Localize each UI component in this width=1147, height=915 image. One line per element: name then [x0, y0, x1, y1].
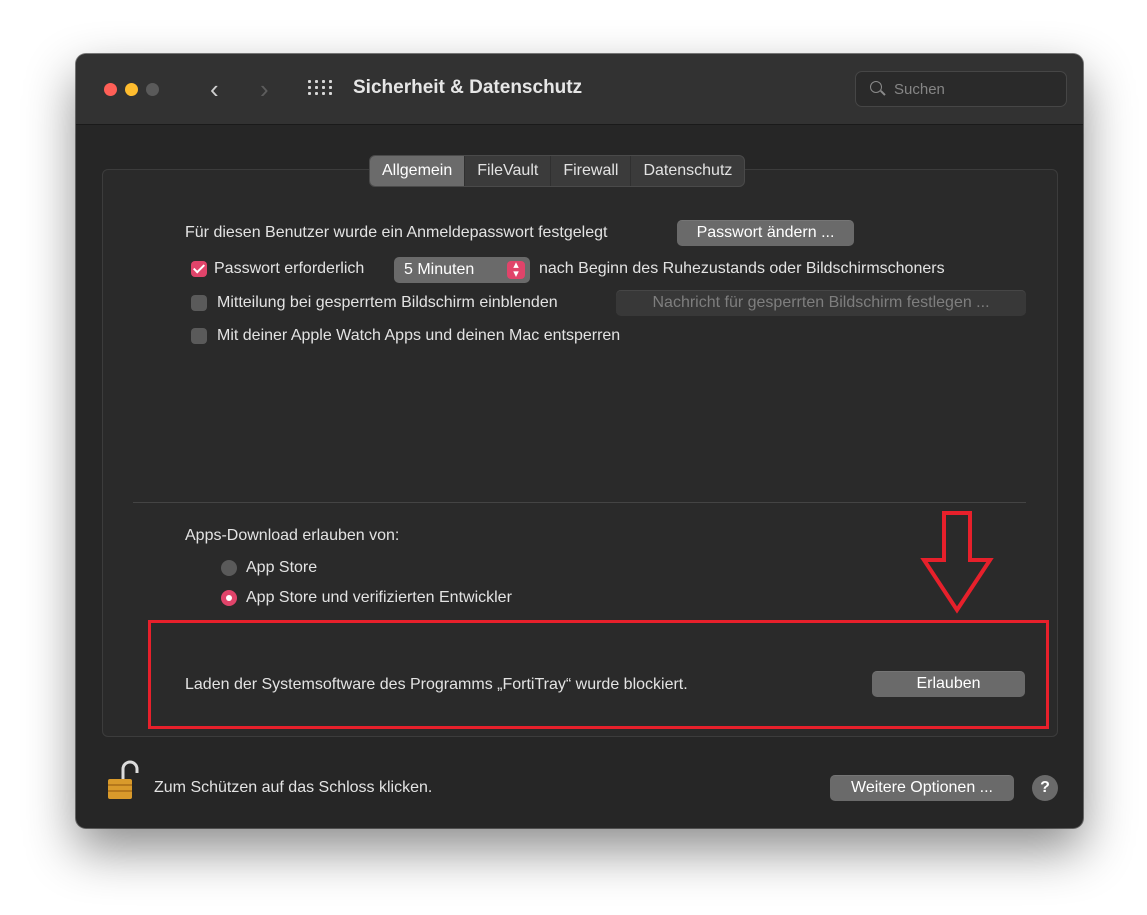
change-password-button[interactable]: Passwort ändern ... — [677, 220, 854, 246]
preferences-window: ‹ › Sicherheit & Datenschutz Allgemein F… — [76, 54, 1083, 828]
require-password-label: Passwort erforderlich — [214, 260, 365, 277]
require-password-checkbox[interactable] — [191, 261, 207, 277]
chevron-updown-icon: ▴ ▾ — [507, 260, 525, 280]
set-lock-message-button[interactable]: Nachricht für gesperrten Bildschirm fest… — [616, 290, 1026, 316]
password-delay-value: 5 Minuten — [404, 261, 475, 278]
downloads-heading: Apps-Download erlauben von: — [185, 527, 400, 544]
arrow-down-icon — [920, 511, 994, 614]
tab-firewall[interactable]: Firewall — [551, 156, 632, 186]
lock-open-icon[interactable] — [106, 759, 140, 801]
lock-hint-text: Zum Schützen auf das Schloss klicken. — [154, 779, 433, 796]
tab-bar: Allgemein FileVault Firewall Datenschutz — [369, 155, 746, 187]
allow-button[interactable]: Erlauben — [872, 671, 1025, 697]
back-button[interactable]: ‹ — [210, 74, 219, 104]
more-options-button[interactable]: Weitere Optionen ... — [830, 775, 1014, 801]
search-input[interactable] — [892, 76, 1060, 102]
radio-app-store-verified[interactable] — [221, 590, 237, 606]
titlebar: ‹ › Sicherheit & Datenschutz — [76, 54, 1083, 125]
apple-watch-label: Mit deiner Apple Watch Apps und deinen M… — [217, 327, 621, 344]
search-icon — [870, 81, 882, 93]
section-divider — [133, 502, 1026, 503]
help-button[interactable]: ? — [1032, 775, 1058, 801]
close-window-button[interactable] — [104, 83, 117, 96]
password-delay-select[interactable]: 5 Minuten ▴ ▾ — [394, 257, 530, 283]
grid-icon[interactable] — [308, 80, 332, 98]
radio-app-store[interactable] — [221, 560, 237, 576]
zoom-window-button[interactable] — [146, 83, 159, 96]
tab-filevault[interactable]: FileVault — [465, 156, 552, 186]
forward-button[interactable]: › — [260, 74, 269, 104]
tab-allgemein[interactable]: Allgemein — [370, 156, 466, 186]
tab-datenschutz[interactable]: Datenschutz — [631, 156, 744, 186]
lock-message-label: Mitteilung bei gesperrtem Bildschirm ein… — [217, 294, 558, 311]
radio-app-store-verified-label: App Store und verifizierten Entwickler — [246, 589, 512, 606]
search-field[interactable] — [855, 71, 1067, 107]
radio-app-store-label: App Store — [246, 559, 318, 576]
blocked-message: Laden der Systemsoftware des Programms „… — [185, 676, 688, 693]
password-set-text: Für diesen Benutzer wurde ein Anmeldepas… — [185, 224, 608, 241]
require-password-suffix: nach Beginn des Ruhezustands oder Bildsc… — [539, 260, 945, 277]
lock-message-checkbox[interactable] — [191, 295, 207, 311]
minimize-window-button[interactable] — [125, 83, 138, 96]
window-title: Sicherheit & Datenschutz — [353, 77, 583, 98]
apple-watch-checkbox[interactable] — [191, 328, 207, 344]
